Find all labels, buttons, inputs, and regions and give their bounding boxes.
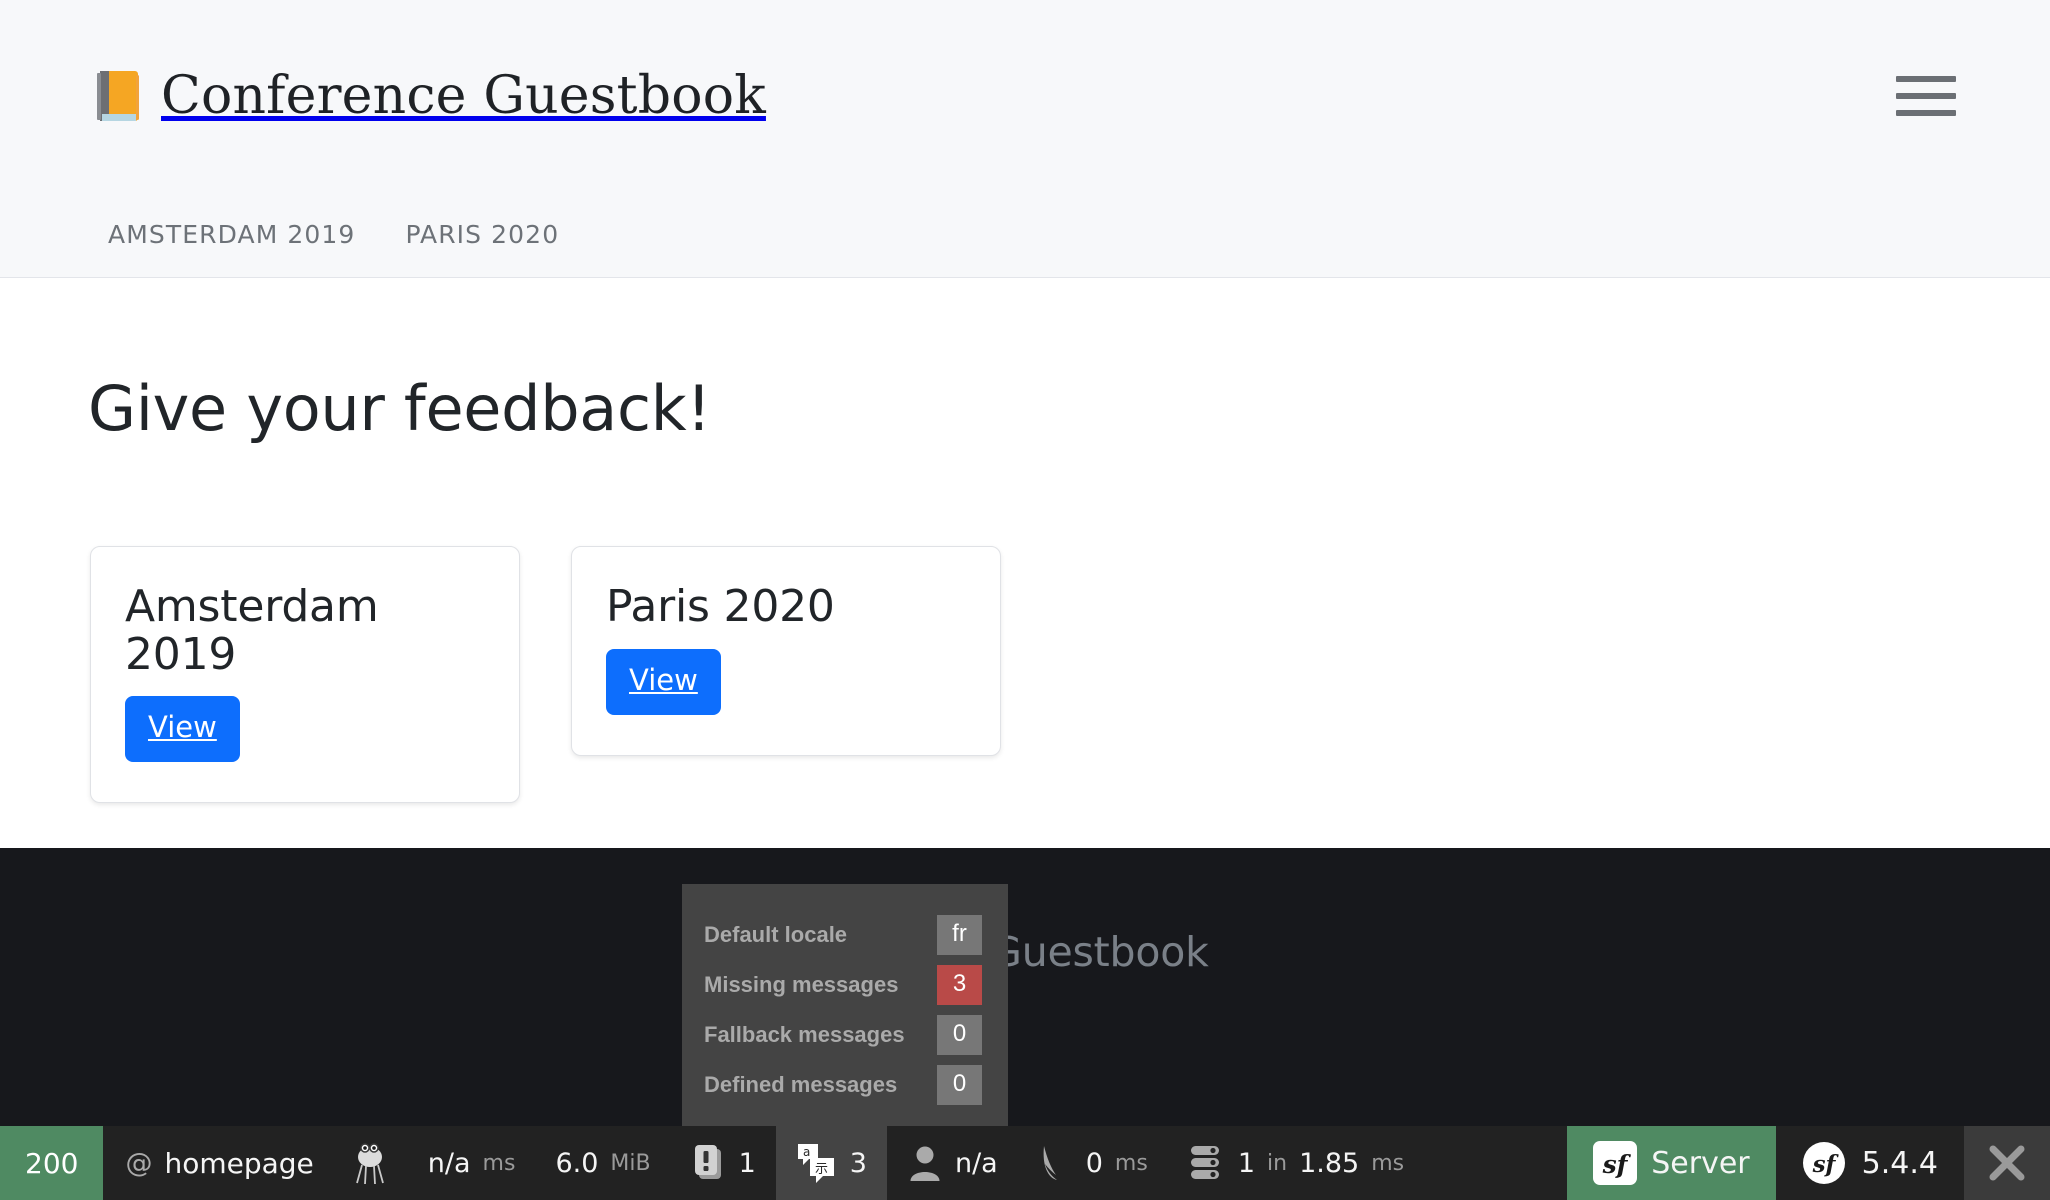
toolbar-server[interactable]: sf Server (1567, 1126, 1776, 1200)
forms-unit: ms (1114, 1150, 1148, 1176)
tooltip-label: Default locale (704, 922, 848, 947)
db-query-count: 1 (1237, 1147, 1255, 1179)
hamburger-bar (1896, 76, 1956, 82)
symfony-debug-toolbar: 200 @ homepage n/a ms 6.0 MiB 1 a 示 3 n/… (0, 1126, 2050, 1200)
card-title: Paris 2020 (606, 581, 835, 632)
tooltip-row-fallback-messages: Fallback messages 0 (704, 1010, 982, 1060)
view-button-amsterdam-2019[interactable]: View (125, 696, 240, 763)
conference-card-list: Amsterdam 2019 View Paris 2020 View (90, 546, 1001, 804)
page-root: Conference Guestbook AMSTERDAM 2019 PARI… (0, 0, 2050, 1200)
symfony-logo-icon: sf (1593, 1141, 1638, 1185)
toolbar-symfony-version[interactable]: sf 5.4.4 (1776, 1126, 1964, 1200)
tooltip-row-missing-messages: Missing messages 3 (704, 960, 982, 1010)
db-time-value: 1.85 (1299, 1147, 1360, 1179)
db-joiner: in (1267, 1150, 1288, 1176)
tooltip-value: fr (937, 915, 982, 955)
hamburger-menu-icon[interactable] (1896, 70, 1958, 122)
symfony-profiler-icon (352, 1141, 388, 1185)
nav-item-amsterdam-2019[interactable]: AMSTERDAM 2019 (108, 220, 355, 249)
status-code-value: 200 (25, 1146, 79, 1180)
brand-title: Conference Guestbook (161, 66, 766, 126)
server-label: Server (1651, 1145, 1750, 1181)
tooltip-value-badge: 3 (937, 965, 982, 1005)
toolbar-status-code[interactable]: 200 (0, 1126, 104, 1200)
tooltip-label: Fallback messages (704, 1022, 905, 1047)
site-footer (0, 848, 2050, 1126)
conference-card-paris-2020[interactable]: Paris 2020 View (571, 546, 1001, 756)
symfony-circle-logo-icon: sf (1802, 1141, 1846, 1185)
svg-text:a: a (803, 1145, 810, 1159)
route-at-symbol: @ (125, 1147, 153, 1179)
memory-unit: MiB (610, 1150, 651, 1176)
tooltip-value: 0 (937, 1065, 982, 1105)
site-header: Conference Guestbook AMSTERDAM 2019 PARI… (0, 0, 2050, 278)
toolbar-request-time[interactable]: n/a ms (408, 1126, 536, 1200)
toolbar-memory[interactable]: 6.0 MiB (535, 1126, 670, 1200)
svg-text:sf: sf (1811, 1151, 1839, 1178)
request-time-value: n/a (427, 1147, 471, 1179)
tooltip-label: Defined messages (704, 1072, 898, 1097)
toolbar-database[interactable]: 1 in 1.85 ms (1168, 1126, 1424, 1200)
tooltip-value: 0 (937, 1015, 982, 1055)
nav-item-paris-2020[interactable]: PARIS 2020 (405, 220, 559, 249)
tooltip-label: Missing messages (704, 972, 899, 997)
brand-link[interactable]: Conference Guestbook (96, 69, 766, 123)
main-content: Give your feedback! Amsterdam 2019 View … (0, 278, 2050, 848)
toolbar-logs[interactable]: 1 (671, 1126, 776, 1200)
forms-value: 0 (1085, 1147, 1103, 1179)
translation-icon: a 示 (796, 1141, 838, 1185)
translation-count: 3 (849, 1147, 867, 1179)
hamburger-bar (1896, 93, 1956, 99)
orange-book-icon (97, 71, 139, 121)
toolbar-translations[interactable]: a 示 3 (775, 1126, 887, 1200)
svg-text:sf: sf (1602, 1150, 1632, 1179)
forms-icon (1038, 1142, 1074, 1184)
card-title: Amsterdam 2019 (125, 581, 379, 680)
translation-tooltip-panel: Default locale fr Missing messages 3 Fal… (682, 884, 1008, 1134)
toolbar-user[interactable]: n/a (887, 1126, 1018, 1200)
route-name: homepage (164, 1146, 314, 1180)
request-time-unit: ms (482, 1150, 516, 1176)
primary-nav: AMSTERDAM 2019 PARIS 2020 (0, 192, 2050, 277)
hamburger-bar (1896, 110, 1956, 116)
toolbar-profiler[interactable] (332, 1126, 408, 1200)
toolbar-forms[interactable]: 0 ms (1018, 1126, 1168, 1200)
database-icon (1188, 1142, 1226, 1184)
page-title: Give your feedback! (88, 372, 711, 445)
toolbar-spacer (1424, 1126, 1568, 1200)
exclamation-logs-icon (691, 1143, 727, 1183)
symfony-version-label: 5.4.4 (1861, 1145, 1938, 1181)
view-button-paris-2020[interactable]: View (606, 648, 721, 715)
db-time-unit: ms (1371, 1150, 1405, 1176)
user-icon (907, 1143, 943, 1183)
conference-card-amsterdam-2019[interactable]: Amsterdam 2019 View (90, 546, 520, 804)
tooltip-row-defined-messages: Defined messages 0 (704, 1060, 982, 1110)
tooltip-row-default-locale: Default locale fr (704, 910, 982, 960)
toolbar-close-button[interactable] (1964, 1126, 2050, 1200)
user-value: n/a (954, 1147, 998, 1179)
svg-text:示: 示 (815, 1162, 828, 1177)
close-icon (1986, 1142, 2028, 1184)
memory-value: 6.0 (555, 1147, 599, 1179)
header-top-bar: Conference Guestbook (0, 0, 2050, 192)
toolbar-route[interactable]: @ homepage (103, 1126, 331, 1200)
logs-count: 1 (738, 1147, 756, 1179)
